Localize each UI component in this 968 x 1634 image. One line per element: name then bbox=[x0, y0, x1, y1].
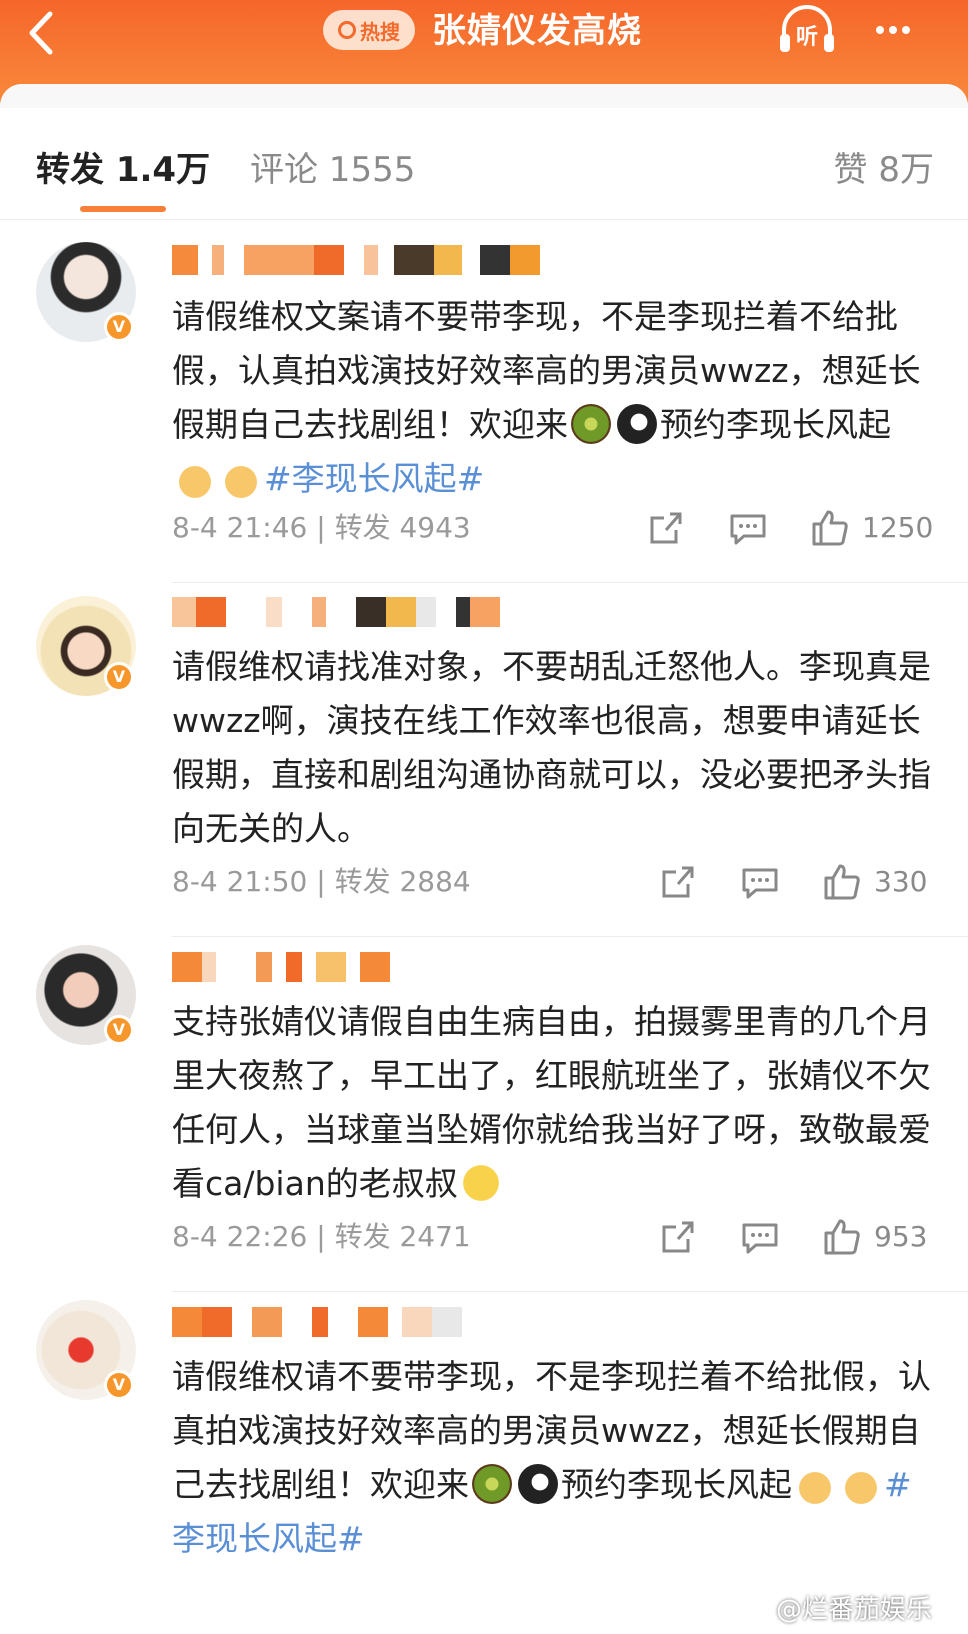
tab-forward[interactable]: 转发 1.4万 bbox=[36, 140, 210, 200]
hashtag-link[interactable]: #李现长风起# bbox=[264, 459, 484, 498]
post-meta: 8-4 21:46 | 转发 4943 bbox=[172, 511, 471, 544]
penguin-emoji-icon bbox=[617, 404, 657, 444]
share-icon[interactable] bbox=[646, 508, 686, 548]
forward-count: 转发 2884 bbox=[334, 865, 471, 898]
card-top-edge bbox=[0, 84, 968, 144]
divider bbox=[172, 1291, 968, 1292]
username-blurred[interactable] bbox=[172, 1304, 462, 1340]
post-text-part: 预约李现长风起 bbox=[561, 1465, 792, 1504]
post-time: 8-4 21:50 bbox=[172, 865, 308, 898]
comment-icon[interactable] bbox=[740, 862, 780, 902]
headphones-icon: 听 bbox=[780, 5, 834, 52]
share-icon[interactable] bbox=[658, 1217, 698, 1257]
username-blurred[interactable] bbox=[172, 594, 500, 630]
verified-badge-icon: V bbox=[104, 662, 134, 692]
listen-button[interactable]: 听 bbox=[776, 2, 838, 56]
tab-like[interactable]: 赞 8万 bbox=[834, 140, 934, 200]
victory-hand-emoji-icon bbox=[841, 1464, 881, 1504]
post-meta: 8-4 21:50 | 转发 2884 bbox=[172, 865, 471, 898]
tab-bar: 转发 1.4万 评论 1555 赞 8万 bbox=[0, 140, 968, 220]
like-count: 953 bbox=[874, 1220, 928, 1253]
penguin-emoji-icon bbox=[518, 1464, 558, 1504]
comment-icon[interactable] bbox=[740, 1217, 780, 1257]
thumbs-up-icon[interactable] bbox=[810, 508, 850, 548]
listen-label: 听 bbox=[796, 25, 818, 50]
back-button[interactable] bbox=[24, 8, 84, 58]
dot-icon bbox=[902, 26, 910, 34]
tab-comment[interactable]: 评论 1555 bbox=[250, 140, 415, 200]
hot-search-badge: 热搜 bbox=[323, 10, 415, 50]
share-icon[interactable] bbox=[658, 862, 698, 902]
chevron-left-icon bbox=[29, 11, 53, 55]
divider bbox=[172, 936, 968, 937]
post-text: 支持张婧仪请假自由生病自由，拍摄雾里青的几个月里大夜熬了，早工出了，红眼航班坐了… bbox=[172, 995, 932, 1211]
like-count: 330 bbox=[874, 865, 928, 898]
post-time: 8-4 21:46 bbox=[172, 511, 308, 544]
post-text-part: 支持张婧仪请假自由生病自由，拍摄雾里青的几个月里大夜熬了，早工出了，红眼航班坐了… bbox=[172, 1002, 931, 1203]
search-icon bbox=[338, 21, 356, 39]
victory-hand-emoji-icon bbox=[175, 458, 215, 498]
page-title: 张婧仪发高烧 bbox=[432, 11, 642, 51]
post-text: 请假维权请不要带李现，不是李现拦着不给批假，认真拍戏演技好效率高的男演员wwzz… bbox=[172, 1350, 932, 1566]
victory-hand-emoji-icon bbox=[221, 458, 261, 498]
post-text-part: 预约李现长风起 bbox=[660, 405, 891, 444]
verified-badge-icon: V bbox=[104, 312, 134, 342]
post-meta: 8-4 22:26 | 转发 2471 bbox=[172, 1220, 471, 1253]
dot-icon bbox=[889, 26, 897, 34]
post-text: 请假维权请找准对象，不要胡乱迁怒他人。李现真是wwzz啊，演技在线工作效率也很高… bbox=[172, 647, 931, 848]
verified-badge-icon: V bbox=[104, 1015, 134, 1045]
divider bbox=[0, 219, 968, 220]
victory-hand-emoji-icon bbox=[795, 1464, 835, 1504]
forward-count: 转发 2471 bbox=[334, 1220, 471, 1253]
divider bbox=[172, 582, 968, 583]
post-text: 请假维权文案请不要带李现，不是李现拦着不给批假，认真拍戏演技好效率高的男演员ww… bbox=[172, 290, 932, 506]
like-count: 1250 bbox=[862, 511, 934, 544]
kiwi-emoji-icon bbox=[472, 1464, 512, 1504]
comment-icon[interactable] bbox=[728, 508, 768, 548]
hot-search-label: 热搜 bbox=[360, 19, 400, 44]
post-time: 8-4 22:26 bbox=[172, 1220, 308, 1253]
username-blurred[interactable] bbox=[172, 949, 390, 985]
watermark: @烂番茄娱乐 bbox=[775, 1595, 932, 1625]
face-emoji-icon bbox=[460, 1163, 501, 1203]
active-tab-indicator bbox=[80, 206, 166, 212]
thumbs-up-icon[interactable] bbox=[822, 862, 862, 902]
dot-icon bbox=[876, 26, 884, 34]
thumbs-up-icon[interactable] bbox=[822, 1217, 862, 1257]
more-button[interactable] bbox=[876, 10, 936, 50]
username-blurred[interactable] bbox=[172, 242, 540, 278]
verified-badge-icon: V bbox=[104, 1370, 134, 1400]
kiwi-emoji-icon bbox=[571, 404, 611, 444]
forward-count: 转发 4943 bbox=[334, 511, 471, 544]
